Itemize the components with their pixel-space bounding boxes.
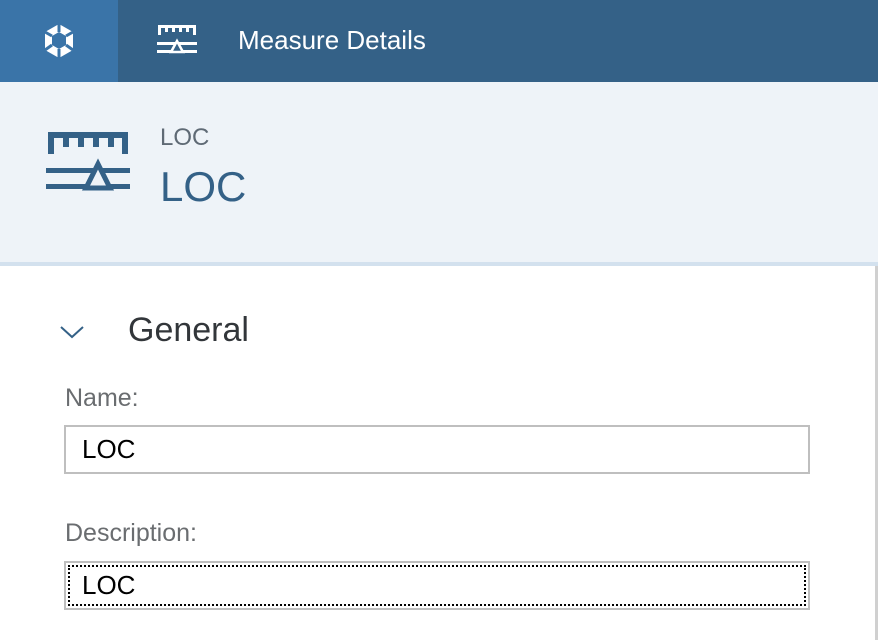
chevron-down-icon xyxy=(60,326,84,339)
name-label: Name: xyxy=(65,384,139,412)
section-title: General xyxy=(128,311,249,349)
cube-icon xyxy=(44,24,74,58)
description-field[interactable] xyxy=(64,561,810,610)
object-title: LOC xyxy=(160,163,247,210)
description-label: Description: xyxy=(65,519,197,547)
measure-icon xyxy=(46,132,130,191)
section-toggle-button[interactable] xyxy=(58,318,86,346)
name-field[interactable] xyxy=(64,425,810,474)
shell-bar: Measure Details xyxy=(0,0,878,82)
app-title: Measure Details xyxy=(238,25,426,55)
object-header: LOC LOC xyxy=(0,82,878,266)
measure-icon xyxy=(157,25,197,54)
home-button[interactable] xyxy=(0,0,118,82)
object-subtitle: LOC xyxy=(160,124,210,151)
